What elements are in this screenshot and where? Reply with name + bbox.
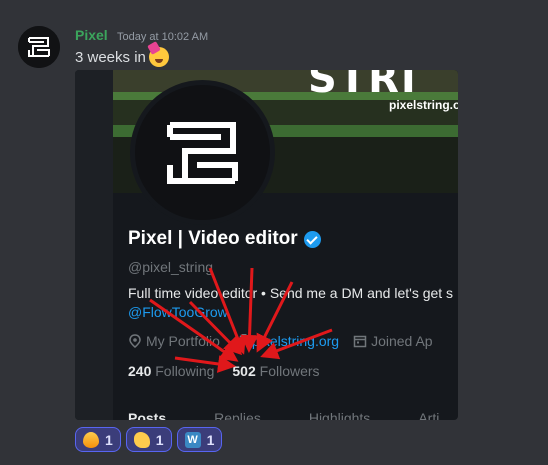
- bio-mention-link: @FlowTooGrow: [128, 304, 228, 320]
- flexed-biceps-emoji-icon: [133, 431, 150, 448]
- image-embed[interactable]: STRI pixelstring.org Pixel | Video edito…: [75, 70, 458, 420]
- tab-articles: Arti: [418, 410, 440, 420]
- username[interactable]: Pixel: [75, 27, 108, 43]
- followers-count: 502: [232, 363, 256, 379]
- profile-stats: 240 Following 502 Followers: [128, 363, 320, 379]
- pixel-logo-icon: [167, 122, 238, 184]
- message-content: 3 weeks in: [75, 47, 169, 67]
- user-avatar[interactable]: [18, 26, 60, 68]
- tab-posts: Posts: [128, 410, 167, 420]
- party-face-emoji-icon: [148, 47, 169, 67]
- portfolio-item: My Portfolio: [128, 333, 220, 349]
- following-label: Following: [155, 363, 215, 379]
- profile-picture: [130, 80, 275, 225]
- followers-stat: 502 Followers: [232, 363, 319, 379]
- following-count: 240: [128, 363, 152, 379]
- embed-left-panel: [75, 70, 113, 420]
- w-emoji-icon: W: [184, 431, 201, 448]
- followers-label: Followers: [259, 363, 320, 379]
- website-item: pixelstring.org: [234, 333, 339, 349]
- display-name-text: Pixel | Video editor: [128, 228, 298, 249]
- timestamp: Today at 10:02 AM: [117, 31, 209, 43]
- portfolio-label: My Portfolio: [146, 333, 220, 349]
- reaction-count: 1: [206, 431, 215, 448]
- verified-badge-icon: [303, 230, 321, 248]
- reaction-fire[interactable]: 1: [75, 427, 121, 452]
- reaction-flexed-biceps[interactable]: 1: [125, 427, 172, 452]
- profile-display-name: Pixel | Video editor: [128, 228, 321, 250]
- link-icon: [234, 334, 248, 348]
- joined-item: Joined Ap: [353, 333, 433, 349]
- tab-replies: Replies: [214, 410, 261, 420]
- chat-message: Pixel Today at 10:02 AM 3 weeks in STRI …: [0, 0, 548, 465]
- reactions-bar: 1 1 W 1: [75, 427, 223, 452]
- reaction-count: 1: [105, 431, 113, 448]
- profile-bio: Full time video editor • Send me a DM an…: [128, 285, 454, 301]
- joined-label: Joined Ap: [371, 333, 433, 349]
- message-text: 3 weeks in: [75, 48, 146, 66]
- pixel-logo-icon: [18, 26, 60, 68]
- following-stat: 240 Following: [128, 363, 214, 379]
- profile-handle: @pixel_string: [128, 259, 214, 275]
- profile-tabs: Posts Replies Highlights Arti: [128, 410, 439, 420]
- profile-meta: My Portfolio pixelstring.org Joined Ap: [128, 333, 433, 349]
- location-pin-icon: [129, 334, 141, 348]
- reaction-w[interactable]: W 1: [176, 427, 223, 452]
- calendar-icon: [353, 335, 367, 348]
- website-link: pixelstring.org: [251, 333, 340, 349]
- fire-emoji-icon: [83, 431, 99, 448]
- reaction-count: 1: [155, 431, 164, 448]
- banner-url: pixelstring.org: [389, 98, 458, 112]
- tab-highlights: Highlights: [308, 410, 371, 420]
